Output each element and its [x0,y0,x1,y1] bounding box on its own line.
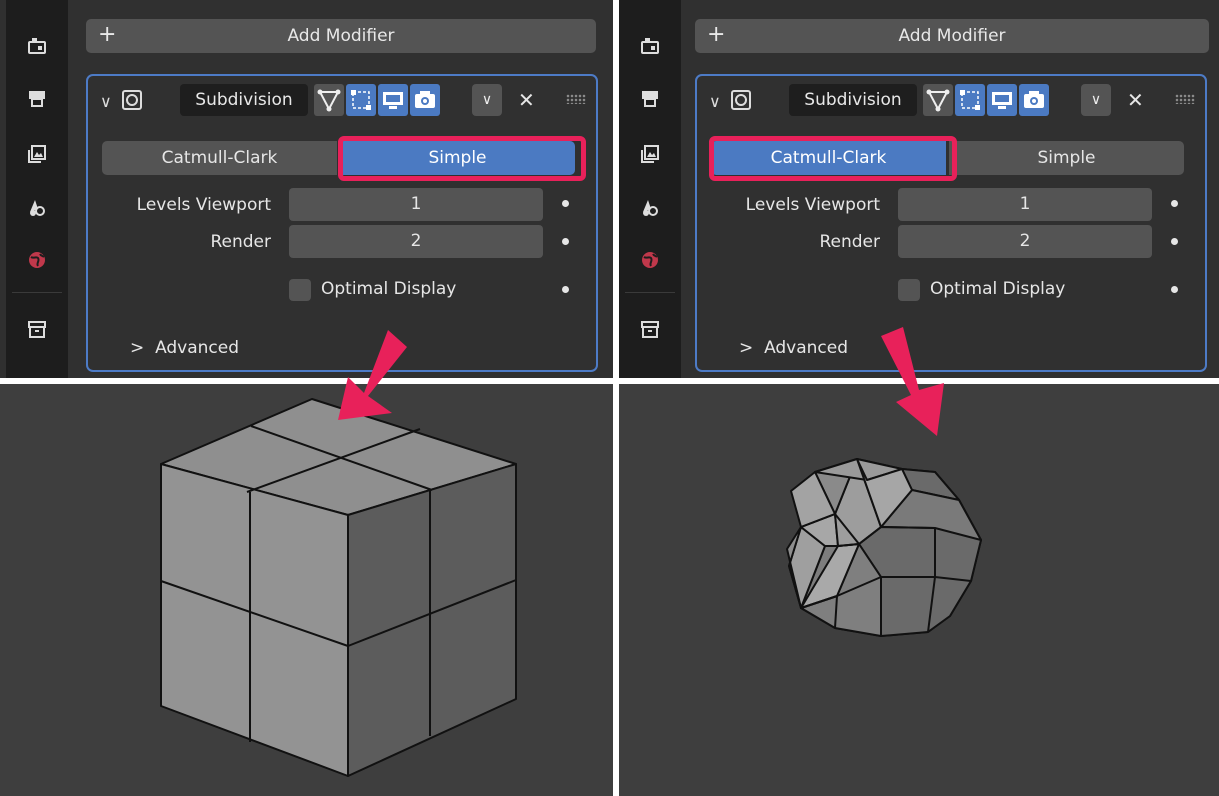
annotation-arrows [338,327,944,436]
red-arrow-right [881,327,944,436]
red-arrow-left [338,330,407,420]
